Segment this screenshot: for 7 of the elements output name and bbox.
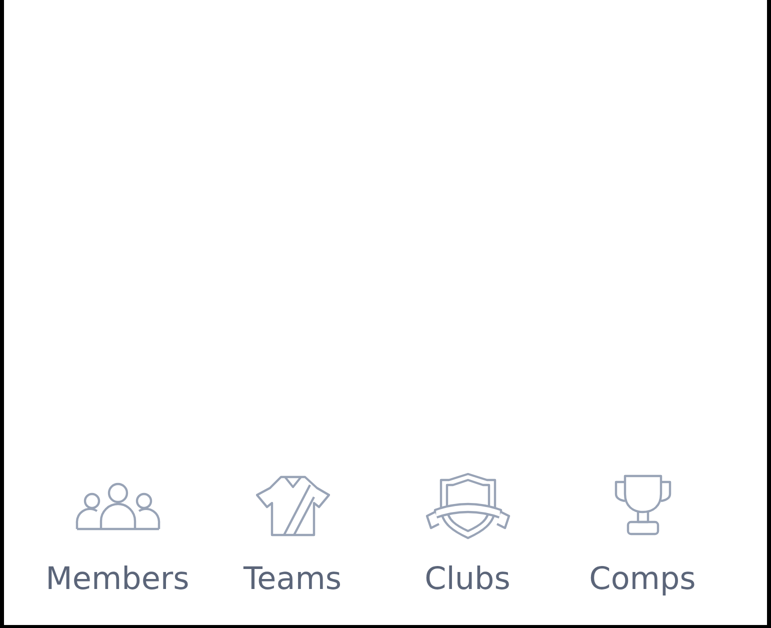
shield-banner-icon [424, 472, 510, 540]
nav-item[interactable]: Clubs [380, 472, 555, 595]
nav-item[interactable]: Comps [555, 472, 730, 595]
group-icon [74, 481, 160, 531]
nav-item[interactable]: Teams [205, 472, 380, 595]
nav-item[interactable]: Members [30, 472, 205, 595]
shirt-icon [256, 475, 330, 537]
